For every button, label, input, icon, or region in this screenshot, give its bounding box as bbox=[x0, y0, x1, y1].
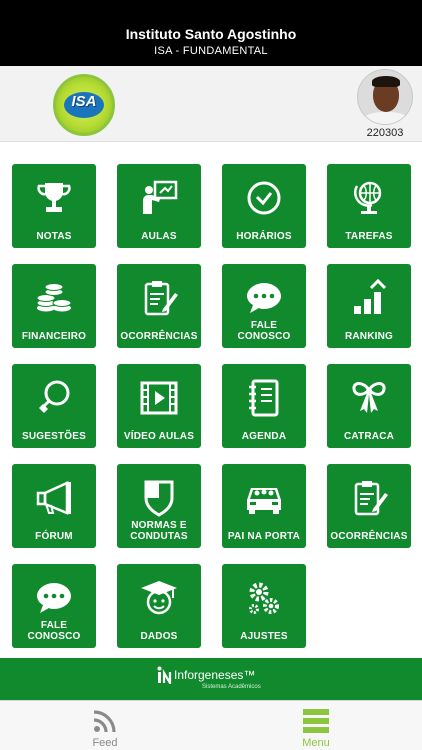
tile-label: OCORRÊNCIAS bbox=[330, 531, 408, 542]
notebook-icon bbox=[249, 379, 279, 417]
app-header: Instituto Santo Agostinho ISA - FUNDAMEN… bbox=[0, 0, 422, 66]
brand-logo-icon bbox=[157, 666, 172, 684]
school-name: Instituto Santo Agostinho bbox=[125, 26, 297, 42]
tab-menu[interactable]: Menu bbox=[266, 701, 366, 750]
tab-feed-label: Feed bbox=[92, 737, 118, 749]
tile-label: FALE CONOSCO bbox=[27, 620, 81, 642]
menu-ranking-button[interactable]: RANKING bbox=[327, 264, 411, 348]
rss-feed-icon bbox=[93, 710, 116, 733]
brand-tagline: Sistemas Acadêmicos bbox=[202, 684, 261, 690]
tile-label: NOTAS bbox=[36, 231, 72, 242]
school-logo: ISA bbox=[53, 74, 115, 136]
menu-sugestoes-button[interactable]: SUGESTÕES bbox=[12, 364, 96, 448]
menu-notas-button[interactable]: NOTAS bbox=[12, 164, 96, 248]
tile-label: NORMAS E CONDUTAS bbox=[130, 520, 188, 542]
menu-grid: NOTAS AULAS HORÁRIOS TAREFAS FINANCEIRO … bbox=[0, 142, 422, 658]
clipboard-pencil-icon bbox=[144, 281, 178, 316]
hamburger-menu-icon bbox=[303, 709, 329, 733]
tile-label: VÍDEO AULAS bbox=[123, 431, 195, 442]
tile-label: HORÁRIOS bbox=[236, 231, 292, 242]
school-unit: ISA - FUNDAMENTAL bbox=[154, 45, 268, 57]
menu-normas-condutas-button[interactable]: NORMAS E CONDUTAS bbox=[117, 464, 201, 548]
menu-dados-button[interactable]: DADOS bbox=[117, 564, 201, 648]
chat-bubble-icon bbox=[247, 283, 281, 313]
menu-ocorrencias-button[interactable]: OCORRÊNCIAS bbox=[117, 264, 201, 348]
tile-label: OCORRÊNCIAS bbox=[120, 331, 198, 342]
ribbon-bow-icon bbox=[352, 382, 386, 413]
chat-bubble-icon bbox=[37, 583, 71, 613]
tile-label: CATRACA bbox=[343, 431, 395, 442]
menu-agenda-button[interactable]: AGENDA bbox=[222, 364, 306, 448]
lightbulb-icon bbox=[39, 380, 70, 413]
tile-label: SUGESTÕES bbox=[21, 431, 87, 442]
coins-icon bbox=[36, 283, 72, 312]
tile-label: AULAS bbox=[141, 231, 177, 242]
graduate-face-icon bbox=[141, 581, 177, 615]
student-avatar[interactable] bbox=[357, 69, 413, 125]
tile-label: AJUSTES bbox=[240, 631, 288, 642]
tile-label: FÓRUM bbox=[35, 531, 73, 542]
bottom-tab-bar: Feed Menu bbox=[0, 700, 422, 750]
brand-name: Inforgeneses™ bbox=[174, 668, 256, 682]
menu-fale-conosco-button[interactable]: FALE CONOSCO bbox=[222, 264, 306, 348]
menu-ocorrencias-2-button[interactable]: OCORRÊNCIAS bbox=[327, 464, 411, 548]
tile-label: FALE CONOSCO bbox=[237, 320, 291, 342]
logo-text: ISA bbox=[71, 93, 97, 110]
tile-label: TAREFAS bbox=[345, 231, 393, 242]
teacher-board-icon bbox=[143, 180, 178, 214]
tile-label: DADOS bbox=[140, 631, 178, 642]
car-family-icon bbox=[247, 488, 281, 514]
tab-menu-label: Menu bbox=[302, 737, 330, 749]
tile-label: PAI NA PORTA bbox=[227, 531, 301, 542]
student-id: 220303 bbox=[366, 127, 404, 139]
menu-financeiro-button[interactable]: FINANCEIRO bbox=[12, 264, 96, 348]
menu-horarios-button[interactable]: HORÁRIOS bbox=[222, 164, 306, 248]
tile-label: FINANCEIRO bbox=[21, 331, 87, 342]
gears-icon bbox=[249, 582, 279, 614]
menu-video-aulas-button[interactable]: VÍDEO AULAS bbox=[117, 364, 201, 448]
tab-feed[interactable]: Feed bbox=[55, 701, 155, 750]
menu-pai-na-porta-button[interactable]: PAI NA PORTA bbox=[222, 464, 306, 548]
film-play-icon bbox=[140, 381, 178, 415]
profile-bar: ISA 220303 bbox=[0, 66, 422, 142]
clipboard-pencil-icon bbox=[354, 481, 388, 516]
trophy-icon bbox=[37, 183, 71, 212]
menu-aulas-button[interactable]: AULAS bbox=[117, 164, 201, 248]
menu-tarefas-button[interactable]: TAREFAS bbox=[327, 164, 411, 248]
menu-ajustes-button[interactable]: AJUSTES bbox=[222, 564, 306, 648]
brand-footer: Inforgeneses™ Sistemas Acadêmicos bbox=[0, 658, 422, 700]
megaphone-icon bbox=[36, 481, 71, 515]
clock-icon bbox=[247, 181, 281, 215]
menu-catraca-button[interactable]: CATRACA bbox=[327, 364, 411, 448]
tile-label: RANKING bbox=[344, 331, 394, 342]
menu-forum-button[interactable]: FÓRUM bbox=[12, 464, 96, 548]
globe-icon bbox=[354, 181, 382, 214]
tile-label: AGENDA bbox=[241, 431, 287, 442]
menu-fale-conosco-2-button[interactable]: FALE CONOSCO bbox=[12, 564, 96, 648]
bar-chart-up-icon bbox=[354, 278, 387, 314]
shield-icon bbox=[144, 480, 174, 517]
